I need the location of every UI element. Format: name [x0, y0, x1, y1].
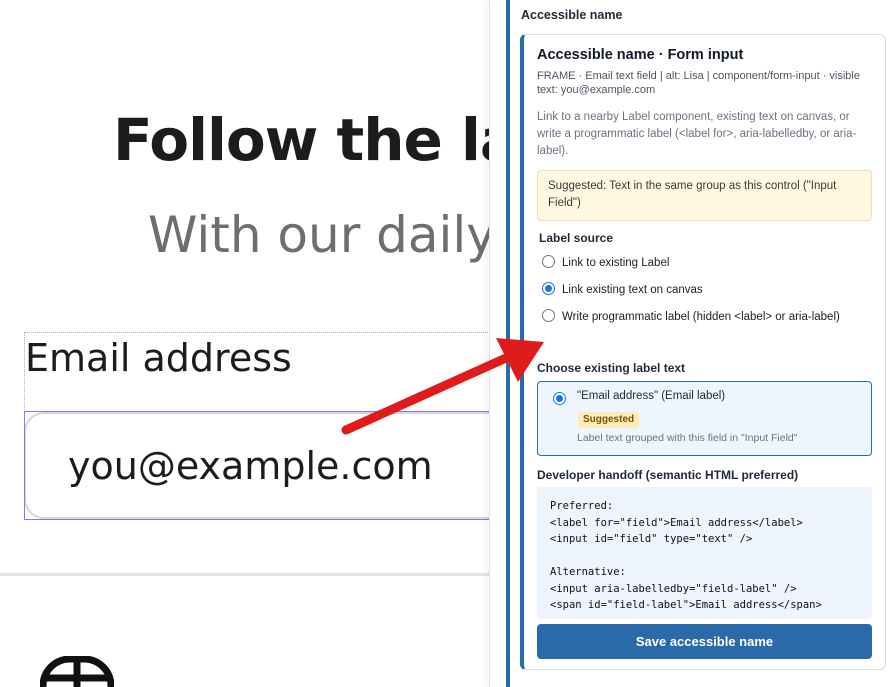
radio-link-existing-label[interactable] [542, 255, 555, 268]
radio-label-link-existing-label[interactable]: Link to existing Label [562, 255, 669, 271]
hero-subtitle: With our daily [148, 206, 496, 264]
hero-title: Follow the lat [113, 106, 546, 174]
logo-icon [40, 656, 114, 687]
email-input-value: you@example.com [68, 444, 433, 488]
email-label-text[interactable]: Email address [25, 336, 292, 380]
card-meta: FRAME · Email text field | alt: Lisa | c… [537, 70, 860, 96]
radio-label-programmatic-label[interactable]: Write programmatic label (hidden <label>… [537, 309, 857, 325]
handoff-code-block: Preferred: <label for="field">Email addr… [537, 487, 872, 619]
radio-link-text-on-canvas[interactable] [542, 282, 555, 295]
code-line: <input aria-labelledby="field-label" /> [550, 582, 797, 595]
code-line: Alternative: [550, 566, 626, 578]
existing-text-option-desc: Label text grouped with this field in "I… [577, 432, 798, 444]
handoff-heading: Developer handoff (semantic HTML preferr… [537, 468, 799, 482]
suggestion-text: Suggested: Text in the same group as thi… [548, 180, 837, 209]
panel-header: Accessible name [521, 8, 623, 22]
radio-label-link-text-on-canvas[interactable]: Link existing text on canvas [562, 282, 703, 298]
label-source-heading: Label source [539, 231, 614, 245]
code-line: <input id="field" type="text" /> [550, 533, 753, 545]
code-line: <span id="field-label">Email address</sp… [550, 599, 822, 611]
card-title: Accessible name · Form input [537, 47, 744, 63]
arrow-annotation-icon [341, 338, 544, 435]
code-line: <label for="field">Email address</label> [550, 516, 803, 529]
code-line: Preferred: [550, 500, 614, 512]
existing-text-option-title: "Email address" (Email label) [577, 390, 726, 402]
section-divider [0, 573, 520, 576]
card-help-text: Link to a nearby Label component, existi… [537, 111, 857, 157]
save-accessible-name-button[interactable]: Save accessible name [537, 624, 872, 659]
suggested-badge: Suggested [578, 412, 640, 428]
